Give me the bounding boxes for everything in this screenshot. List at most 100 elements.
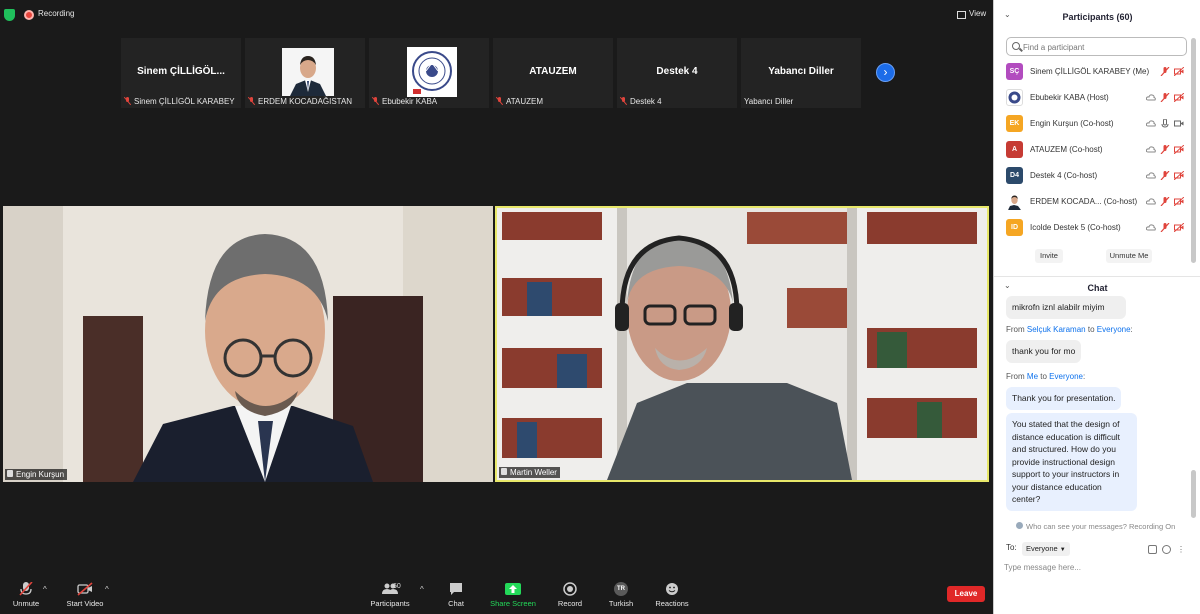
participant-row[interactable]: ERDEM KOCADA... (Co-host) (994, 189, 1189, 215)
mic-muted-icon (1160, 197, 1170, 206)
video-off-icon (1174, 171, 1184, 180)
unmute-button[interactable]: Unmute (8, 577, 44, 614)
pin-icon (501, 468, 507, 475)
video-feed (3, 206, 493, 482)
tile-name: Yabancı Diller (768, 66, 834, 77)
chat-icon (448, 582, 464, 596)
video-off-icon (1174, 93, 1184, 102)
video-off-icon (1174, 223, 1184, 232)
language-badge: TR (614, 582, 628, 596)
participants-title: Participants (60) (1062, 12, 1133, 22)
record-icon (562, 582, 578, 596)
file-icon[interactable] (1148, 545, 1157, 554)
chat-header: ⌄ Chat (994, 276, 1200, 298)
next-page-button[interactable]: › (876, 63, 895, 82)
security-shield-icon[interactable] (4, 9, 15, 21)
participant-name: Ebubekir KABA (Host) (1030, 93, 1109, 102)
mic-icon (1161, 119, 1169, 128)
chat-label: Chat (448, 599, 464, 608)
language-label: Turkish (608, 599, 634, 608)
meeting-toolbar: Unmute ^ Start Video ^ 60 Participants ^ (0, 577, 993, 614)
chat-message-header: From Selçuk Karaman to Everyone: (1006, 325, 1133, 334)
chat-message-bubble: Thank you for presentation. (1006, 387, 1122, 410)
unmute-me-button[interactable]: Unmute Me (1106, 249, 1152, 263)
share-screen-label: Share Screen (490, 599, 536, 608)
cloud-icon (1146, 198, 1156, 205)
chat-message-header: From Me to Everyone: (1006, 372, 1086, 381)
mic-muted-icon (620, 97, 627, 105)
video-tile-active-speaker[interactable]: Martin Weller (495, 206, 989, 482)
view-button[interactable]: View (969, 9, 986, 18)
search-icon (1012, 42, 1020, 50)
tile-name: Sinem ÇİLLİGÖL... (137, 66, 225, 77)
language-globe-icon: TR (613, 582, 629, 596)
avatar (1006, 89, 1023, 106)
thumbnail-tile[interactable]: ATAUZEM ATAUZEM (493, 38, 613, 108)
mic-muted-icon (1160, 145, 1170, 154)
avatar (1006, 193, 1023, 210)
participant-row[interactable]: ID Icolde Destek 5 (Co-host) (994, 215, 1189, 241)
recipient-select[interactable]: Everyone ▼ (1022, 542, 1070, 556)
video-off-icon (77, 582, 93, 596)
start-video-button[interactable]: Start Video (62, 577, 108, 614)
participant-name: Icolde Destek 5 (Co-host) (1030, 223, 1121, 232)
participant-row[interactable]: SÇ Sinem ÇİLLİGÖL KARABEY (Me) (994, 59, 1189, 85)
leave-button[interactable]: Leave (947, 586, 985, 602)
chat-scrollbar[interactable] (1191, 470, 1196, 518)
thumbnail-tile[interactable]: Destek 4 Destek 4 (617, 38, 737, 108)
audio-options-caret[interactable]: ^ (43, 585, 47, 594)
video-feed (497, 208, 987, 480)
participant-name: Engin Kurşun (Co-host) (1030, 119, 1114, 128)
video-tile-left[interactable]: Engin Kurşun (3, 206, 493, 482)
chat-button[interactable]: Chat (440, 577, 472, 614)
reactions-smiley-icon (664, 582, 680, 596)
mic-muted-icon (124, 97, 131, 105)
thumbnail-tile[interactable]: Ebubekir KABA (369, 38, 489, 108)
participant-name: ATAUZEM (Co-host) (1030, 145, 1103, 154)
thumbnail-tile[interactable]: Yabancı Diller Yabancı Diller (741, 38, 861, 108)
participants-scrollbar[interactable] (1191, 38, 1196, 263)
participant-photo (282, 48, 334, 96)
start-video-label: Start Video (66, 599, 104, 608)
video-off-icon (1174, 145, 1184, 154)
recording-notice: Who can see your messages? Recording On (1016, 522, 1175, 531)
people-icon (1016, 522, 1023, 529)
participants-options-caret[interactable]: ^ (420, 585, 424, 594)
avatar: A (1006, 141, 1023, 158)
tile-label: Ebubekir KABA (372, 96, 437, 106)
participants-count: 60 (393, 583, 401, 590)
share-screen-button[interactable]: Share Screen (488, 577, 538, 614)
mic-muted-icon (496, 97, 503, 105)
cloud-icon (1146, 172, 1156, 179)
more-options-icon[interactable]: ⋮ (1177, 545, 1186, 554)
thumbnail-tile[interactable]: ERDEM KOCADAĞISTAN (245, 38, 365, 108)
share-screen-icon (505, 582, 521, 596)
participant-search (1006, 37, 1187, 56)
participant-row[interactable]: Ebubekir KABA (Host) (994, 85, 1189, 111)
language-interpretation-button[interactable]: TR Turkish (604, 577, 638, 614)
participant-row[interactable]: EK Engin Kurşun (Co-host) (994, 111, 1189, 137)
chat-message-bubble: thank you for mo (1006, 340, 1082, 363)
top-bar: Recording View (0, 0, 993, 30)
record-label: Record (557, 599, 583, 608)
tile-name: ATAUZEM (529, 66, 577, 77)
participants-button[interactable]: 60 Participants (366, 577, 414, 614)
reactions-button[interactable]: Reactions (652, 577, 692, 614)
video-off-icon (1174, 67, 1184, 76)
thumbnail-tile[interactable]: Sinem ÇİLLİGÖL... Sinem ÇİLLİGÖL KARABEY (121, 38, 241, 108)
tile-label: ATAUZEM (496, 96, 543, 106)
participants-header: ⌄ Participants (60) (994, 0, 1200, 32)
video-options-caret[interactable]: ^ (105, 585, 109, 594)
unmute-label: Unmute (12, 599, 40, 608)
invite-button[interactable]: Invite (1035, 249, 1063, 263)
record-button[interactable]: Record (554, 577, 586, 614)
view-grid-icon[interactable] (957, 11, 966, 19)
side-panel: ⌄ Participants (60) SÇ Sinem ÇİLLİGÖL KA… (993, 0, 1200, 614)
mic-muted-icon (18, 581, 34, 596)
participants-label: Participants (370, 599, 410, 608)
participant-row[interactable]: A ATAUZEM (Co-host) (994, 137, 1189, 163)
chat-message-input[interactable] (1004, 560, 1189, 574)
participant-search-input[interactable] (1023, 41, 1183, 53)
participant-row[interactable]: D4 Destek 4 (Co-host) (994, 163, 1189, 189)
emoji-icon[interactable] (1162, 545, 1171, 554)
